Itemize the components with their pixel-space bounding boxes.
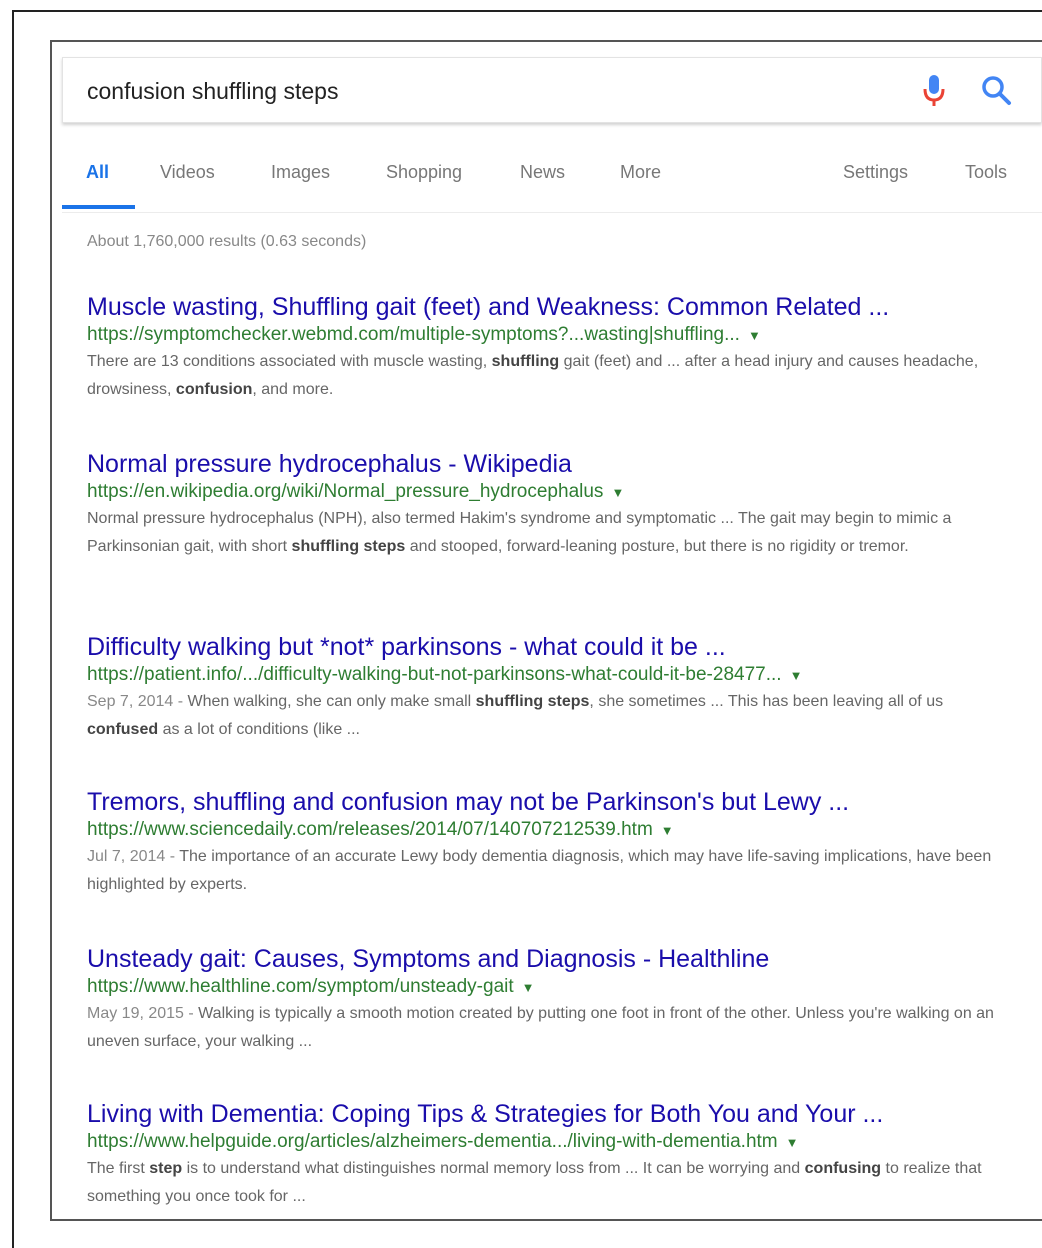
snippet-keyword: shuffling: [491, 353, 560, 370]
snippet-text: as a lot of conditions (like ...: [158, 721, 360, 738]
search-result: Normal pressure hydrocephalus - Wikipedi…: [87, 449, 1012, 561]
search-tabs: All Videos Images Shopping News More Set…: [62, 150, 1042, 213]
result-url[interactable]: https://www.sciencedaily.com/releases/20…: [87, 819, 653, 840]
result-url[interactable]: https://www.helpguide.org/articles/alzhe…: [87, 1131, 778, 1152]
tab-tools[interactable]: Tools: [965, 162, 1007, 183]
dropdown-caret-icon[interactable]: ▼: [522, 980, 535, 995]
snippet-text: The first: [87, 1160, 150, 1177]
result-url[interactable]: https://patient.info/.../difficulty-walk…: [87, 664, 782, 685]
result-title-link[interactable]: Difficulty walking but *not* parkinsons …: [87, 632, 1012, 662]
snippet-text: and stooped, forward-leaning posture, bu…: [405, 538, 909, 555]
result-url-row: https://patient.info/.../difficulty-walk…: [87, 663, 1012, 687]
snippet-text: is to understand what distinguishes norm…: [182, 1160, 805, 1177]
search-input[interactable]: [87, 74, 907, 108]
snippet-keyword: shuffling steps: [291, 538, 406, 555]
tab-all[interactable]: All: [86, 162, 109, 183]
result-title-link[interactable]: Unsteady gait: Causes, Symptoms and Diag…: [87, 944, 1012, 974]
tab-news[interactable]: News: [520, 162, 565, 183]
snippet-keyword: step: [149, 1160, 183, 1177]
result-snippet: May 19, 2015 - Walking is typically a sm…: [87, 1000, 1012, 1056]
search-box[interactable]: [62, 57, 1042, 123]
dropdown-caret-icon[interactable]: ▼: [661, 823, 674, 838]
result-snippet: Normal pressure hydrocephalus (NPH), als…: [87, 505, 1012, 561]
result-url-row: https://www.helpguide.org/articles/alzhe…: [87, 1130, 1012, 1154]
result-stats: About 1,760,000 results (0.63 seconds): [87, 233, 367, 250]
result-title-link[interactable]: Tremors, shuffling and confusion may not…: [87, 787, 1012, 817]
snippet-keyword: confused: [87, 721, 159, 738]
search-result: Living with Dementia: Coping Tips & Stra…: [87, 1099, 1012, 1211]
snippet-text: , and more.: [252, 381, 334, 398]
microphone-icon[interactable]: [921, 72, 947, 110]
result-date: May 19, 2015 -: [87, 1005, 199, 1022]
dropdown-caret-icon[interactable]: ▼: [786, 1135, 799, 1150]
tab-shopping[interactable]: Shopping: [386, 162, 462, 183]
result-snippet: Jul 7, 2014 - The importance of an accur…: [87, 843, 1012, 899]
dropdown-caret-icon[interactable]: ▼: [790, 668, 803, 683]
result-snippet: Sep 7, 2014 - When walking, she can only…: [87, 688, 1012, 744]
result-url-row: https://www.healthline.com/symptom/unste…: [87, 975, 1012, 999]
snippet-keyword: shuffling steps: [475, 693, 590, 710]
dropdown-caret-icon[interactable]: ▼: [611, 485, 624, 500]
search-icon[interactable]: [980, 72, 1014, 110]
active-tab-indicator: [62, 205, 135, 209]
snippet-text: There are 13 conditions associated with …: [87, 353, 492, 370]
result-date: Sep 7, 2014 -: [87, 693, 188, 710]
search-result: Unsteady gait: Causes, Symptoms and Diag…: [87, 944, 1012, 1056]
result-url[interactable]: https://en.wikipedia.org/wiki/Normal_pre…: [87, 481, 603, 502]
search-result: Muscle wasting, Shuffling gait (feet) an…: [87, 292, 1012, 404]
search-result: Tremors, shuffling and confusion may not…: [87, 787, 1012, 899]
tab-settings[interactable]: Settings: [843, 162, 908, 183]
result-title-link[interactable]: Muscle wasting, Shuffling gait (feet) an…: [87, 292, 1012, 322]
tab-images[interactable]: Images: [271, 162, 330, 183]
result-url-row: https://symptomchecker.webmd.com/multipl…: [87, 323, 1012, 347]
tab-videos[interactable]: Videos: [160, 162, 215, 183]
snippet-text: The importance of an accurate Lewy body …: [87, 848, 992, 893]
tab-more[interactable]: More: [620, 162, 661, 183]
result-title-link[interactable]: Living with Dementia: Coping Tips & Stra…: [87, 1099, 1012, 1129]
result-title-link[interactable]: Normal pressure hydrocephalus - Wikipedi…: [87, 449, 1012, 479]
search-result: Difficulty walking but *not* parkinsons …: [87, 632, 1012, 744]
snippet-text: Walking is typically a smooth motion cre…: [87, 1005, 994, 1050]
result-url[interactable]: https://symptomchecker.webmd.com/multipl…: [87, 324, 740, 345]
snippet-text: When walking, she can only make small: [187, 693, 476, 710]
result-snippet: The first step is to understand what dis…: [87, 1155, 1012, 1211]
snippet-keyword: confusion: [175, 381, 253, 398]
dropdown-caret-icon[interactable]: ▼: [748, 328, 761, 343]
result-url[interactable]: https://www.healthline.com/symptom/unste…: [87, 976, 514, 997]
result-snippet: There are 13 conditions associated with …: [87, 348, 1012, 404]
result-date: Jul 7, 2014 -: [87, 848, 180, 865]
snippet-text: , she sometimes ... This has been leavin…: [589, 693, 944, 710]
result-url-row: https://www.sciencedaily.com/releases/20…: [87, 818, 1012, 842]
snippet-keyword: confusing: [804, 1160, 882, 1177]
result-url-row: https://en.wikipedia.org/wiki/Normal_pre…: [87, 480, 1012, 504]
